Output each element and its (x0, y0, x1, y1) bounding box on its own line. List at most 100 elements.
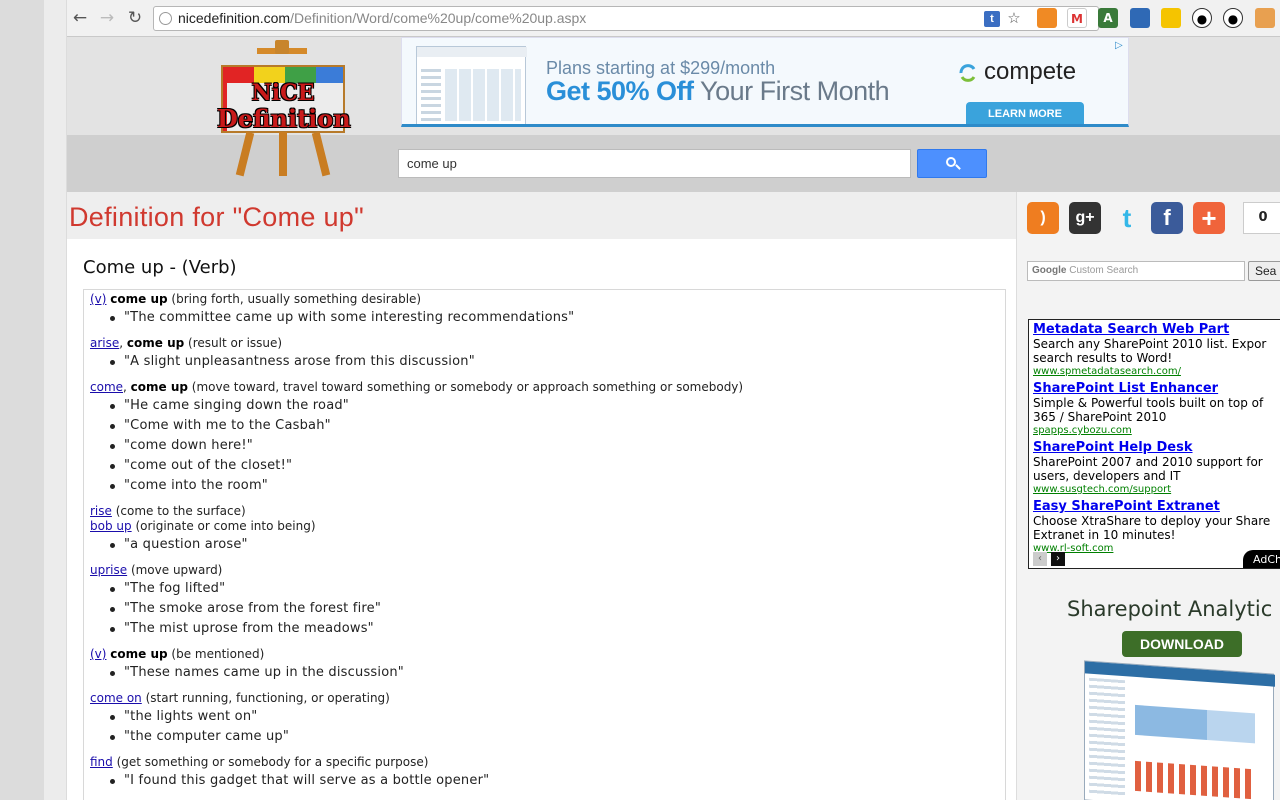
download-button[interactable]: DOWNLOAD (1122, 631, 1242, 657)
text-ad-title[interactable]: Metadata Search Web Part (1033, 322, 1280, 337)
rss-icon[interactable]: ) (1027, 202, 1059, 234)
synonym-link[interactable]: arise (90, 336, 119, 350)
site-logo[interactable]: NiCE Definition (217, 40, 351, 177)
text-ad-description: Extranet in 10 minutes! (1033, 528, 1176, 542)
text-ad-url[interactable]: www.spmetadatasearch.com/ (1033, 365, 1280, 378)
synonym-link[interactable]: rise (90, 504, 112, 518)
site-search-input[interactable]: come up (398, 149, 911, 178)
gmail-icon[interactable]: M (1067, 8, 1087, 28)
example-item: "A slight unpleasantness arose from this… (90, 352, 1005, 372)
example-list: "a question arose" (90, 535, 1005, 555)
ad-brand: compete (984, 58, 1077, 85)
text-ad-description: Choose XtraShare to deploy your Share (1033, 514, 1271, 528)
text-ad: Easy SharePoint Extranet Choose XtraShare… (1033, 499, 1280, 555)
url-host: nicedefinition.com (178, 10, 291, 26)
title-band: Definition for "Come up" (67, 192, 1016, 239)
text-ads-block: Metadata Search Web Part Search any Share… (1028, 319, 1280, 569)
soccer-ball-icon-2[interactable]: ● (1223, 8, 1243, 28)
sense-line: uprise (move upward) (90, 563, 1005, 578)
ad-choices-icon[interactable]: ▷ (1115, 40, 1127, 52)
example-list: "the lights went on" "the computer came u… (90, 707, 1005, 747)
compete-logo-icon (959, 64, 976, 82)
example-item: "the lights went on" (90, 707, 1005, 727)
logo-text-line2: Definition (217, 104, 351, 133)
sense-block: uprise (move upward) "The fog lifted" "The… (90, 563, 1005, 639)
phone-icon[interactable] (1161, 8, 1181, 28)
gloss: (result or issue) (184, 336, 283, 350)
adchoices-badge[interactable]: AdCh (1243, 550, 1280, 568)
text-ad-url[interactable]: www.susgtech.com/support (1033, 483, 1280, 496)
promo-title: Sharepoint Analytic (1067, 597, 1273, 621)
text-ad-title[interactable]: SharePoint Help Desk (1033, 440, 1280, 455)
example-item: "come into the room" (90, 476, 1005, 496)
section-heading: Come up - (Verb) (83, 257, 237, 278)
custom-search-placeholder: Custom Search (1066, 265, 1139, 276)
bookmark-star-icon[interactable]: ☆ (1006, 11, 1022, 27)
twitter-icon[interactable]: t (1111, 202, 1143, 234)
sense-line: come on (start running, functioning, or … (90, 691, 1005, 706)
text-ad-description: users, developers and IT (1033, 469, 1181, 483)
example-list: "These names came up in the discussion" (90, 663, 1005, 683)
sense-line: come, come up (move toward, travel towar… (90, 380, 744, 394)
left-gutter (0, 0, 67, 800)
addthis-plus-icon[interactable]: + (1193, 202, 1225, 234)
sense-block: come on (start running, functioning, or … (90, 691, 1005, 747)
ad-prev-icon[interactable]: ‹ (1033, 552, 1047, 566)
example-item: "come down here!" (90, 436, 1005, 456)
browser-window: ← → ↻ nicedefinition.com/Definition/Word… (0, 0, 1280, 800)
soccer-ball-icon[interactable]: ● (1192, 8, 1212, 28)
screenshot-icon[interactable] (1130, 8, 1150, 28)
sense-block: arise, come up (result or issue) "A sligh… (90, 336, 1005, 372)
example-item: "Come with me to the Casbah" (90, 416, 1005, 436)
promo-screenshot (1084, 660, 1275, 800)
ad-next-icon[interactable]: › (1051, 552, 1065, 566)
synonym-link[interactable]: come (90, 380, 123, 394)
text-ad-title[interactable]: SharePoint List Enhancer (1033, 381, 1280, 396)
main-content: Definition for "Come up" Come up - (Verb… (67, 192, 1016, 800)
gutter-stripe (44, 0, 66, 800)
sense-line: arise, come up (result or issue) (90, 336, 283, 350)
sense-line: rise (come to the surface) (90, 504, 1005, 519)
example-list: "He came singing down the road" "Come wit… (90, 396, 1005, 496)
custom-search-input[interactable]: Google Custom Search (1027, 261, 1245, 281)
example-list: "I found this gadget that will serve as … (90, 771, 1005, 791)
headword: come up (110, 647, 168, 661)
url-path: /Definition/Word/come%20up/come%20up.asp… (290, 10, 587, 26)
reload-icon[interactable]: ↻ (124, 7, 146, 29)
text-ad: SharePoint List Enhancer Simple & Powerfu… (1033, 381, 1280, 437)
blogger-icon[interactable] (1037, 8, 1057, 28)
synonym-link[interactable]: uprise (90, 563, 127, 577)
site-search-button[interactable] (917, 149, 987, 178)
text-ad-title[interactable]: Easy SharePoint Extranet (1033, 499, 1280, 514)
definitions-list: (v) come up (bring forth, usually someth… (83, 289, 1006, 800)
synonym-link[interactable]: (v) (90, 647, 106, 661)
example-item: "The committee came up with some interes… (90, 308, 1005, 328)
example-item: "I found this gadget that will serve as … (90, 771, 1005, 791)
text-ad-description: 365 / SharePoint 2010 (1033, 410, 1167, 424)
synonym-link[interactable]: (v) (90, 292, 106, 306)
synonym-link[interactable]: find (90, 755, 113, 769)
headword: come up (126, 336, 185, 350)
extension-icon[interactable] (1255, 8, 1275, 28)
example-item: "These names came up in the discussion" (90, 663, 1005, 683)
extension-t-icon[interactable]: t (984, 11, 1000, 27)
site-header: NiCE Definition Plans starting at $299/m… (67, 37, 1280, 192)
text-ad-url[interactable]: www.rl-soft.com (1033, 542, 1280, 555)
address-bar[interactable]: nicedefinition.com/Definition/Word/come%… (153, 6, 1099, 31)
example-list: "The committee came up with some interes… (90, 308, 1005, 328)
banner-ad[interactable]: Plans starting at $299/month Get 50% Off… (401, 37, 1129, 127)
facebook-icon[interactable]: f (1151, 202, 1183, 234)
translate-icon[interactable]: A (1098, 8, 1118, 28)
sense-line: (v) come up (be mentioned) (90, 647, 1005, 662)
forward-icon[interactable]: → (96, 7, 118, 29)
example-item: "He came singing down the road" (90, 396, 1005, 416)
text-ad-url[interactable]: spapps.cybozu.com (1033, 424, 1280, 437)
ad-line2: Get 50% Off Your First Month (546, 76, 890, 107)
google-plus-icon[interactable]: g+ (1069, 202, 1101, 234)
synonym-link[interactable]: bob up (90, 519, 132, 533)
back-icon[interactable]: ← (69, 7, 91, 29)
synonym-link[interactable]: come on (90, 691, 142, 705)
custom-search-button[interactable]: Sea (1248, 261, 1280, 281)
sense-line: (v) come up (bring forth, usually someth… (90, 292, 1005, 307)
learn-more-button[interactable]: LEARN MORE (966, 102, 1084, 124)
